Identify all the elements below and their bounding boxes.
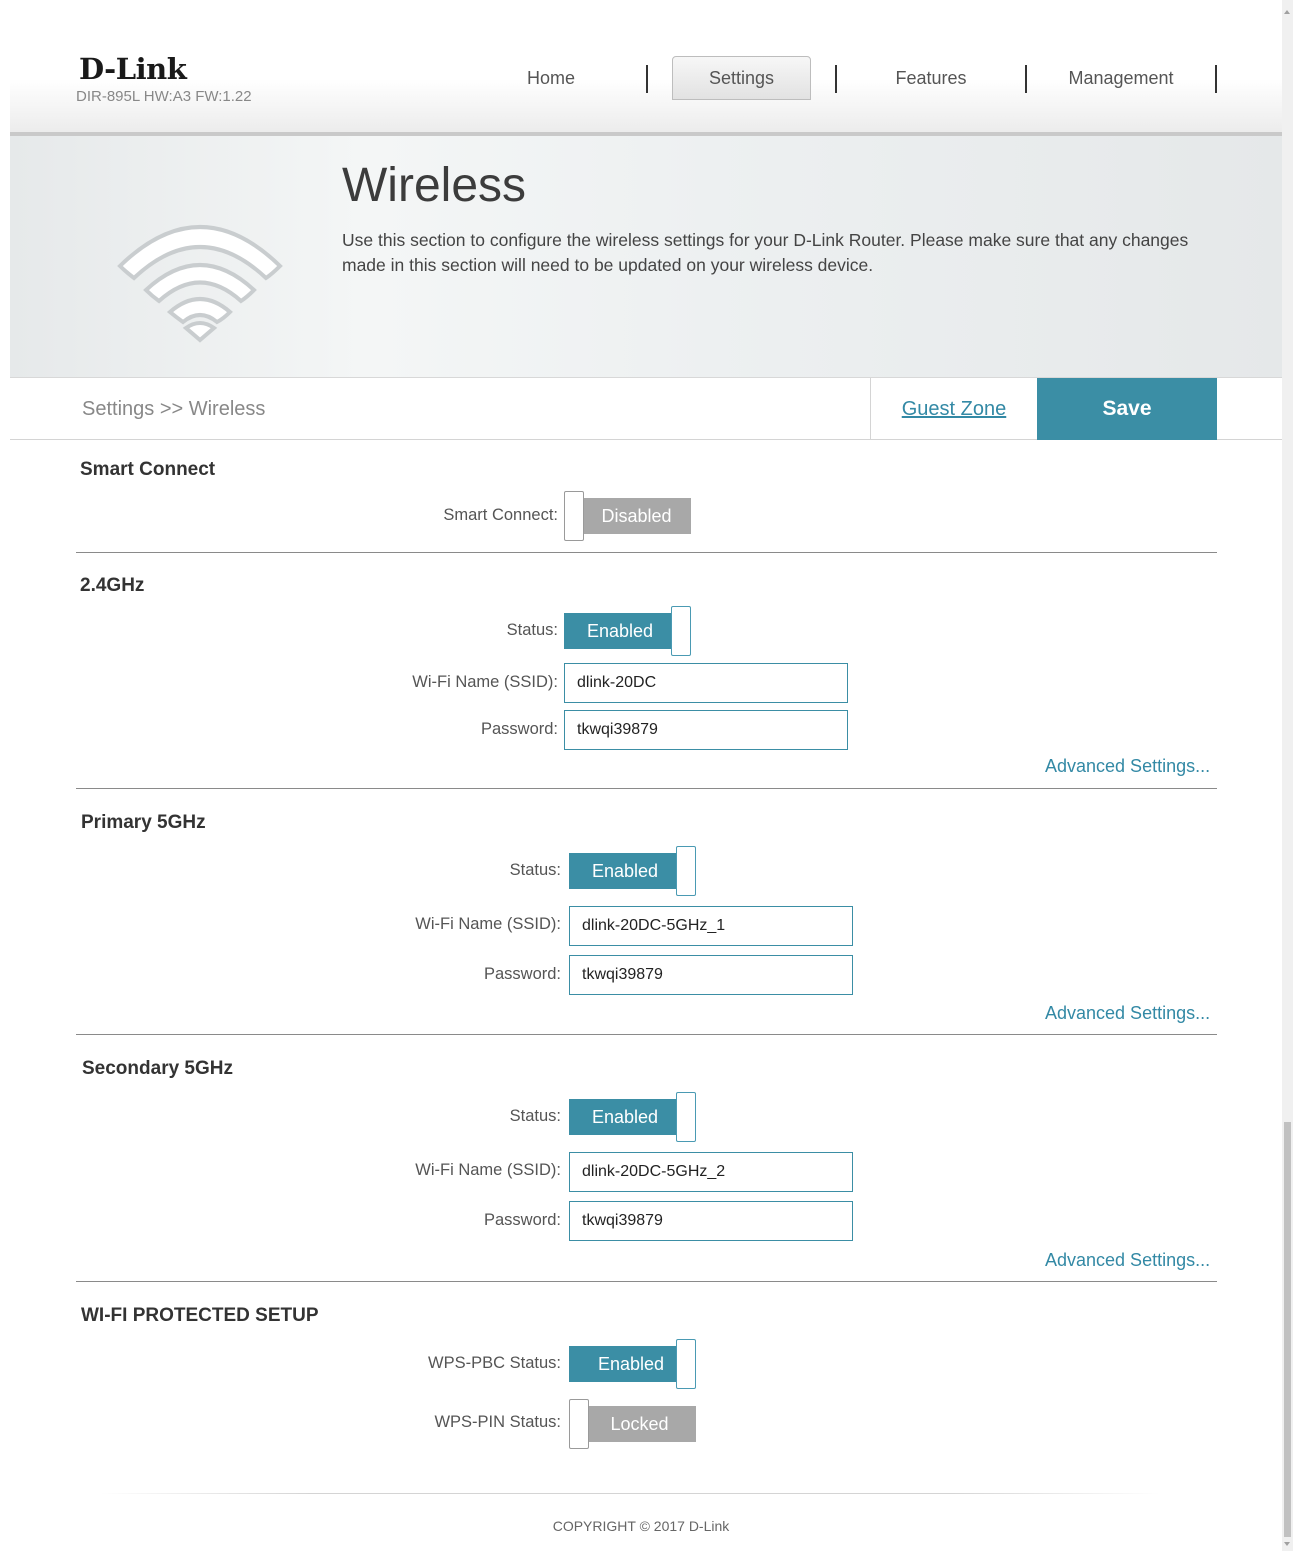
password-label: Password: <box>483 1211 561 1229</box>
breadcrumb: Settings >> Wireless <box>82 398 266 420</box>
24ghz-status-toggle[interactable]: Enabled <box>564 606 691 656</box>
24ghz-password-input[interactable] <box>564 710 848 750</box>
toggle-knob[interactable] <box>569 1399 589 1449</box>
hero-banner: Wireless Use this section to configure t… <box>10 136 1282 378</box>
secondary-5ghz-ssid-input[interactable] <box>569 1152 853 1192</box>
24ghz-advanced-settings-link[interactable]: Advanced Settings... <box>1045 756 1210 777</box>
toggle-state: Enabled <box>569 853 681 889</box>
page-description: Use this section to configure the wirele… <box>342 230 1189 275</box>
toggle-knob[interactable] <box>564 491 584 541</box>
nav-separator <box>646 65 648 93</box>
wps-pin-label: WPS-PIN Status: <box>434 1413 561 1431</box>
dlink-logo[interactable]: D-Link <box>79 52 187 86</box>
primary-5ghz-ssid-input[interactable] <box>569 906 853 946</box>
breadcrumb-bar: Settings >> Wireless Guest Zone Save <box>10 378 1282 440</box>
toggle-knob[interactable] <box>676 1092 696 1142</box>
ssid-label: Wi-Fi Name (SSID): <box>415 1161 561 1179</box>
section-divider <box>76 1034 1217 1035</box>
toggle-state: Enabled <box>564 613 676 649</box>
secondary-5ghz-password-input[interactable] <box>569 1201 853 1241</box>
status-label: Status: <box>509 861 561 879</box>
section-title-smart-connect: Smart Connect <box>80 459 216 480</box>
toggle-state: Enabled <box>569 1346 681 1382</box>
wps-pin-toggle[interactable]: Locked <box>569 1399 696 1449</box>
nav-separator <box>1215 65 1217 93</box>
scroll-down-icon[interactable] <box>1284 1542 1290 1546</box>
nav-separator <box>1025 65 1027 93</box>
wps-pbc-toggle[interactable]: Enabled <box>569 1339 696 1389</box>
ssid-label: Wi-Fi Name (SSID): <box>415 915 561 933</box>
scrollbar[interactable] <box>1282 0 1293 1551</box>
status-label: Status: <box>506 621 558 639</box>
copyright: COPYRIGHT © 2017 D-Link <box>552 1518 730 1534</box>
toggle-state: Disabled <box>574 498 691 534</box>
footer-divider <box>100 1493 1160 1494</box>
section-divider <box>76 1281 1217 1282</box>
primary-5ghz-password-input[interactable] <box>569 955 853 995</box>
primary-5ghz-advanced-settings-link[interactable]: Advanced Settings... <box>1045 1003 1210 1024</box>
section-title-primary-5ghz: Primary 5GHz <box>81 812 206 833</box>
toggle-state: Enabled <box>569 1099 681 1135</box>
model-info: DIR-895L HW:A3 FW:1.22 <box>76 88 252 105</box>
smart-connect-label: Smart Connect: <box>443 506 558 524</box>
password-label: Password: <box>480 720 558 738</box>
smart-connect-toggle[interactable]: Disabled <box>564 491 691 541</box>
24ghz-ssid-input[interactable] <box>564 663 848 703</box>
section-title-secondary-5ghz: Secondary 5GHz <box>82 1058 233 1079</box>
toggle-state: Locked <box>579 1406 696 1442</box>
password-label: Password: <box>483 965 561 983</box>
secondary-5ghz-advanced-settings-link[interactable]: Advanced Settings... <box>1045 1250 1210 1271</box>
toggle-knob[interactable] <box>676 1339 696 1389</box>
toggle-knob[interactable] <box>676 846 696 896</box>
wifi-icon <box>117 225 283 343</box>
nav-settings[interactable]: Settings <box>672 56 811 100</box>
primary-5ghz-status-toggle[interactable]: Enabled <box>569 846 696 896</box>
nav-management[interactable]: Management <box>1056 56 1186 100</box>
page-title: Wireless <box>342 159 527 212</box>
section-divider <box>76 552 1217 553</box>
section-divider <box>76 788 1217 789</box>
nav-features[interactable]: Features <box>876 56 986 100</box>
status-label: Status: <box>509 1107 561 1125</box>
section-title-24ghz: 2.4GHz <box>80 575 145 596</box>
nav-home[interactable]: Home <box>496 56 606 100</box>
nav-separator <box>835 65 837 93</box>
header: D-Link DIR-895L HW:A3 FW:1.22 Home Setti… <box>10 0 1282 136</box>
scrollbar-thumb[interactable] <box>1284 1122 1291 1537</box>
ssid-label: Wi-Fi Name (SSID): <box>412 673 558 691</box>
guest-zone-link[interactable]: Guest Zone <box>870 378 1037 440</box>
save-button[interactable]: Save <box>1037 378 1217 440</box>
toggle-knob[interactable] <box>671 606 691 656</box>
scroll-up-icon[interactable] <box>1284 10 1290 14</box>
secondary-5ghz-status-toggle[interactable]: Enabled <box>569 1092 696 1142</box>
section-title-wps: WI-FI PROTECTED SETUP <box>81 1305 319 1326</box>
wps-pbc-label: WPS-PBC Status: <box>428 1354 561 1372</box>
